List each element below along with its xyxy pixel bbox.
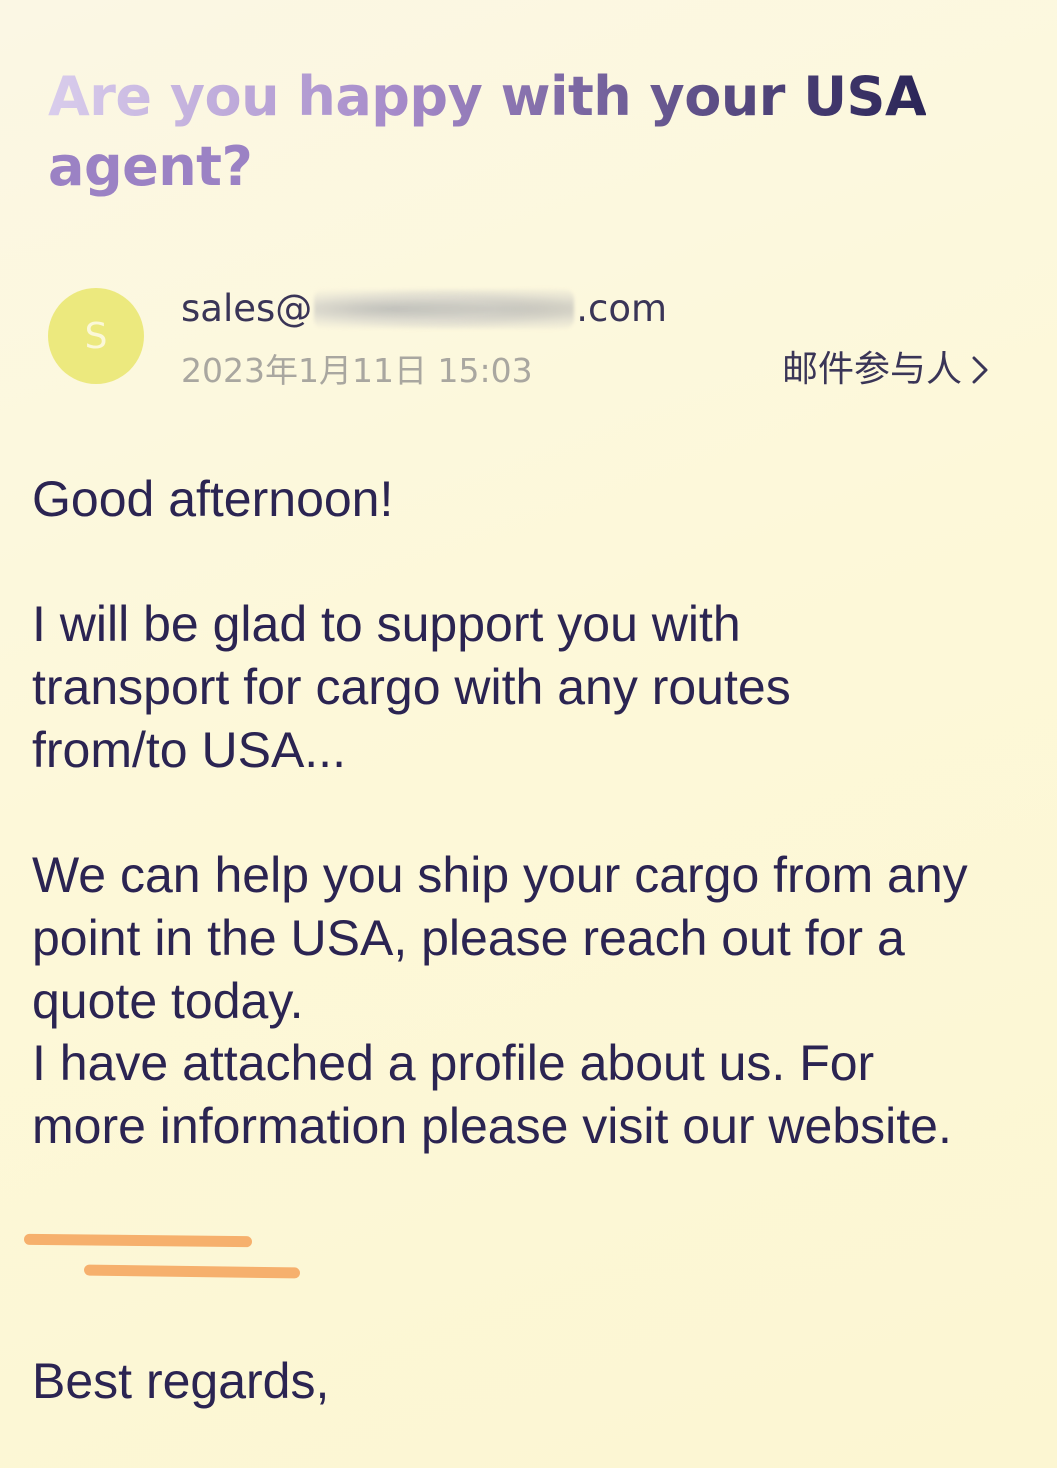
email-date: 2023年1月11日 15:03 (181, 351, 533, 390)
email-greeting: Good afternoon! (32, 471, 394, 527)
email-paragraph-2-line-2: I have attached a profile about us. For … (32, 1035, 952, 1154)
email-subject-line-2: agent? (48, 135, 253, 198)
participants-button[interactable]: 邮件参与人 (782, 348, 992, 392)
redacted-blur (314, 289, 575, 329)
email-body: Good afternoon! I will be glad to suppor… (32, 468, 1032, 1158)
email-closing: Best regards, (32, 1353, 330, 1409)
sender-avatar[interactable]: S (48, 288, 144, 384)
email-subject: Are you happy with your USA agent? (48, 62, 1008, 202)
sender-address-suffix: .com (576, 287, 668, 330)
highlight-underline-2 (83, 1264, 301, 1279)
email-paragraph-2-line-1: We can help you ship your cargo from any… (32, 847, 968, 1029)
sender-avatar-letter: S (84, 315, 108, 357)
sender-address[interactable]: sales@ .com (181, 286, 667, 332)
email-subject-line-1: Are you happy with your USA (48, 65, 927, 128)
sender-address-prefix: sales@ (181, 287, 313, 330)
email-paragraph-1: I will be glad to support you with trans… (32, 596, 791, 778)
chevron-right-icon (972, 356, 988, 384)
highlight-underline-1 (23, 1233, 253, 1248)
participants-label: 邮件参与人 (782, 349, 963, 390)
